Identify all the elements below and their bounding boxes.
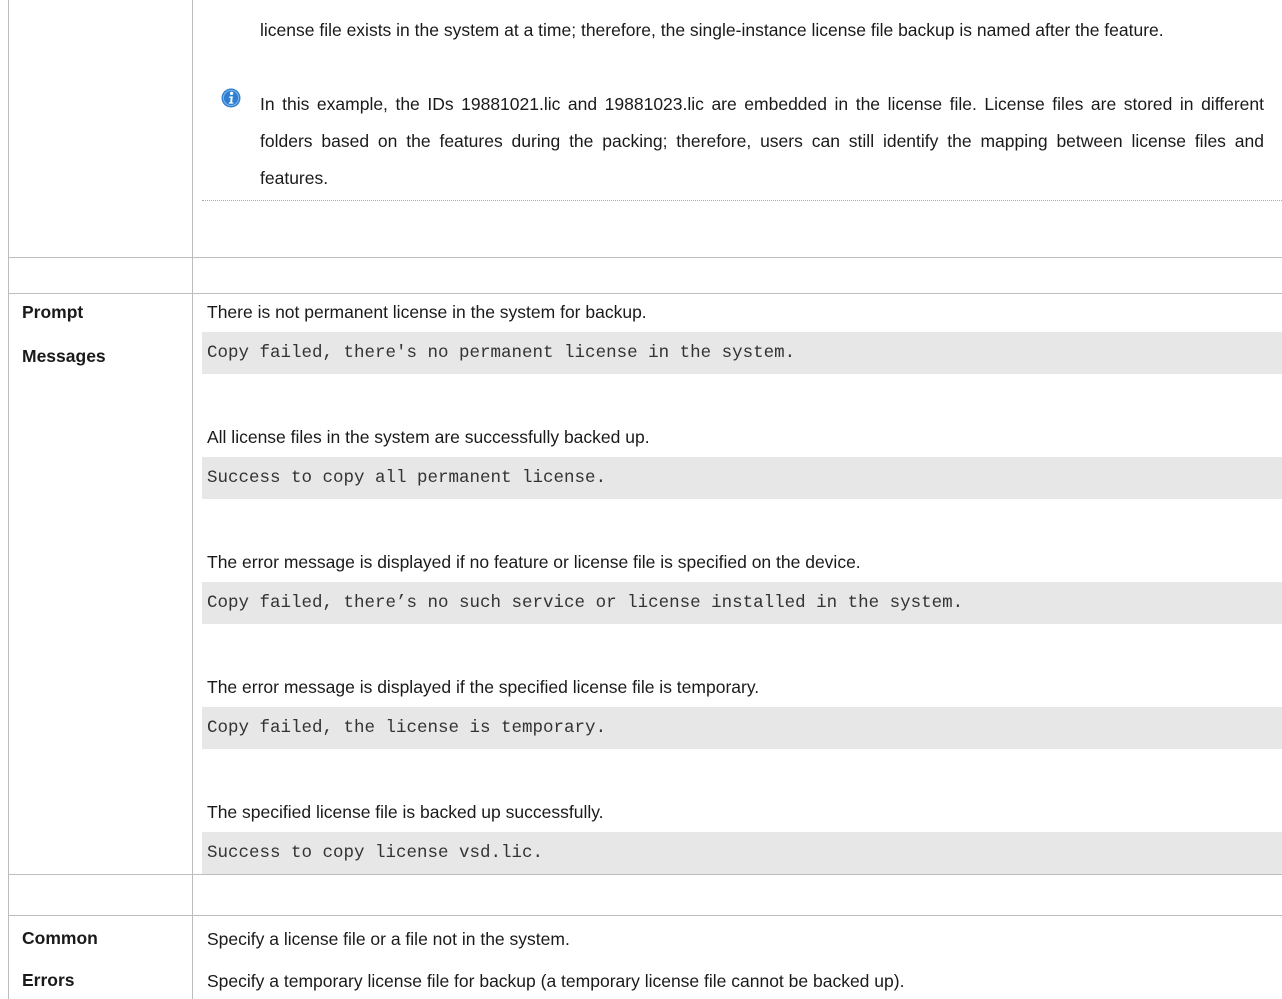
prompt-description: The error message is displayed if no fea… [207, 552, 861, 572]
prompt-messages-label-line1: Prompt [22, 302, 84, 322]
prompt-description: There is not permanent license in the sy… [207, 302, 647, 322]
usage-note: In this example, the IDs 19881021.lic an… [260, 94, 1264, 188]
prompt-description: The specified license file is backed up … [207, 802, 604, 822]
prompt-code-block: Success to copy license vsd.lic. [202, 832, 1282, 874]
note-dotted-divider [202, 200, 1282, 201]
command-reference-table: license file exists in the system at a t… [0, 0, 1282, 999]
row-divider [8, 874, 1282, 875]
prompt-description: The error message is displayed if the sp… [207, 677, 760, 697]
common-errors-label-line2: Errors [22, 970, 75, 990]
row-divider [8, 293, 1282, 294]
common-error-item: Specify a temporary license file for bac… [207, 971, 905, 991]
prompt-code-block: Success to copy all permanent license. [202, 457, 1282, 499]
prompt-messages-label-line2: Messages [22, 346, 106, 366]
table-column-divider [192, 0, 193, 999]
common-errors-label-line1: Common [22, 928, 98, 948]
prompt-code-block: Copy failed, the license is temporary. [202, 707, 1282, 749]
prompt-code-block: Copy failed, there’s no such service or … [202, 582, 1282, 624]
row-divider [8, 915, 1282, 916]
row-divider [8, 257, 1282, 258]
prompt-code-block: Copy failed, there's no permanent licens… [202, 332, 1282, 374]
common-error-item: Specify a license file or a file not in … [207, 929, 570, 949]
table-left-border [8, 0, 9, 999]
usage-paragraph: license file exists in the system at a t… [260, 20, 1164, 40]
prompt-description: All license files in the system are succ… [207, 427, 650, 447]
info-icon [221, 88, 241, 108]
